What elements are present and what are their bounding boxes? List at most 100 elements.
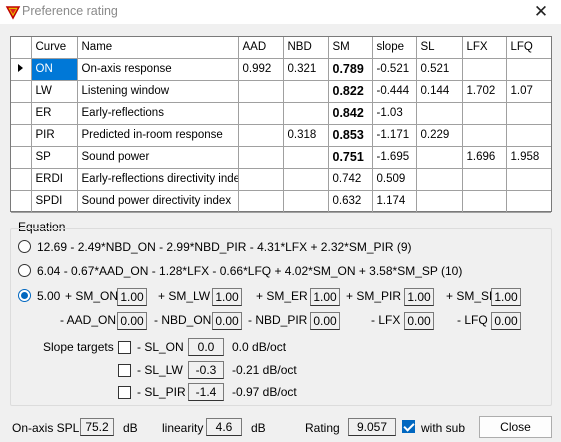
cell-aad[interactable] bbox=[237, 101, 284, 125]
cell-slope[interactable]: -1.03 bbox=[371, 101, 417, 125]
row-header[interactable] bbox=[11, 189, 32, 213]
cell-name[interactable]: On-axis response bbox=[76, 57, 239, 81]
cell-sl[interactable]: 0.229 bbox=[415, 123, 463, 147]
spl-input[interactable]: 75.2 bbox=[80, 418, 114, 436]
column-header-nbd[interactable]: NBD bbox=[282, 37, 329, 59]
cell-lfq[interactable] bbox=[505, 101, 551, 125]
column-header-curve[interactable]: Curve bbox=[30, 37, 78, 59]
cell-slope[interactable]: -0.444 bbox=[371, 79, 417, 103]
cell-sm[interactable]: 0.822 bbox=[327, 79, 373, 103]
cell-lfq[interactable] bbox=[505, 57, 551, 81]
cell-sm[interactable]: 0.751 bbox=[327, 145, 373, 169]
cell-name[interactable]: Predicted in-room response bbox=[76, 123, 239, 147]
sl-on-checkbox[interactable] bbox=[118, 341, 131, 354]
lfx-weight-input[interactable]: 0.00 bbox=[404, 312, 434, 330]
cell-aad[interactable] bbox=[237, 167, 284, 191]
cell-lfq[interactable] bbox=[505, 123, 551, 147]
cell-curve[interactable]: SPDI bbox=[30, 189, 78, 213]
cell-lfx[interactable] bbox=[461, 57, 507, 81]
column-header-lfx[interactable]: LFX bbox=[461, 37, 507, 59]
cell-aad[interactable] bbox=[237, 189, 284, 213]
table-row[interactable]: LW Listening window 0.822 -0.444 0.144 1.702 1… bbox=[11, 79, 551, 103]
nbd-on-weight-input[interactable]: 0.00 bbox=[212, 312, 242, 330]
cell-aad[interactable] bbox=[237, 79, 284, 103]
table-row[interactable]: ON On-axis response 0.992 0.321 0.789 -0.521 0… bbox=[11, 57, 551, 81]
row-header[interactable] bbox=[11, 145, 32, 169]
cell-slope[interactable]: 0.509 bbox=[371, 167, 417, 191]
equation-option-1-radio[interactable] bbox=[18, 240, 31, 253]
cell-slope[interactable]: 1.174 bbox=[371, 189, 417, 213]
cell-nbd[interactable] bbox=[282, 189, 329, 213]
cell-nbd[interactable]: 0.318 bbox=[282, 123, 329, 147]
cell-sm[interactable]: 0.842 bbox=[327, 101, 373, 125]
cell-curve[interactable]: ER bbox=[30, 101, 78, 125]
table-row[interactable]: SP Sound power 0.751 -1.695 1.696 1.958 bbox=[11, 145, 551, 169]
column-header-sm[interactable]: SM bbox=[327, 37, 373, 59]
cell-nbd[interactable] bbox=[282, 79, 329, 103]
cell-lfx[interactable] bbox=[461, 167, 507, 191]
column-header-lfq[interactable]: LFQ bbox=[505, 37, 551, 59]
custom-equation-radio[interactable] bbox=[18, 289, 31, 302]
cell-aad[interactable]: 0.992 bbox=[237, 57, 284, 81]
cell-name[interactable]: Sound power directivity index bbox=[76, 189, 239, 213]
row-header[interactable] bbox=[11, 57, 32, 81]
sl-lw-target-input[interactable]: -0.3 bbox=[188, 361, 224, 379]
cell-sl[interactable]: 0.521 bbox=[415, 57, 463, 81]
cell-sl[interactable] bbox=[415, 167, 463, 191]
cell-name[interactable]: Listening window bbox=[76, 79, 239, 103]
cell-nbd[interactable] bbox=[282, 145, 329, 169]
table-row[interactable]: ERDI Early-reflections directivity index 0… bbox=[11, 167, 551, 191]
cell-aad[interactable] bbox=[237, 123, 284, 147]
cell-curve[interactable]: ON bbox=[30, 57, 78, 81]
sm-er-weight-input[interactable]: 1.00 bbox=[310, 288, 340, 306]
cell-slope[interactable]: -0.521 bbox=[371, 57, 417, 81]
sm-sp-weight-input[interactable]: 1.00 bbox=[491, 288, 521, 306]
cell-lfq[interactable]: 1.07 bbox=[505, 79, 551, 103]
cell-sl[interactable] bbox=[415, 189, 463, 213]
row-header[interactable] bbox=[11, 79, 32, 103]
cell-sl[interactable] bbox=[415, 101, 463, 125]
row-header[interactable] bbox=[11, 101, 32, 125]
cell-nbd[interactable] bbox=[282, 101, 329, 125]
cell-slope[interactable]: -1.171 bbox=[371, 123, 417, 147]
lfq-weight-input[interactable]: 0.00 bbox=[491, 312, 521, 330]
aad-on-weight-input[interactable]: 0.00 bbox=[117, 312, 147, 330]
sm-pir-weight-input[interactable]: 1.00 bbox=[404, 288, 434, 306]
cell-lfq[interactable]: 1.958 bbox=[505, 145, 551, 169]
sm-on-weight-input[interactable]: 1.00 bbox=[117, 288, 147, 306]
cell-curve[interactable]: ERDI bbox=[30, 167, 78, 191]
sl-on-target-input[interactable]: 0.0 bbox=[188, 338, 224, 356]
nbd-pir-weight-input[interactable]: 0.00 bbox=[310, 312, 340, 330]
cell-name[interactable]: Sound power bbox=[76, 145, 239, 169]
table-row[interactable]: ER Early-reflections 0.842 -1.03 bbox=[11, 101, 551, 125]
table-row[interactable]: SPDI Sound power directivity index 0.632 1.… bbox=[11, 189, 551, 213]
cell-sl[interactable] bbox=[415, 145, 463, 169]
table-row[interactable]: PIR Predicted in-room response 0.318 0.853-… bbox=[11, 123, 551, 147]
cell-sm[interactable]: 0.853 bbox=[327, 123, 373, 147]
cell-sm[interactable]: 0.742 bbox=[327, 167, 373, 191]
column-header-name[interactable]: Name bbox=[76, 37, 239, 59]
column-header-slope[interactable]: slope bbox=[371, 37, 417, 59]
cell-lfx[interactable]: 1.702 bbox=[461, 79, 507, 103]
sm-lw-weight-input[interactable]: 1.00 bbox=[212, 288, 242, 306]
close-window-button[interactable]: ✕ bbox=[521, 0, 561, 24]
cell-lfq[interactable] bbox=[505, 167, 551, 191]
cell-slope[interactable]: -1.695 bbox=[371, 145, 417, 169]
cell-sl[interactable]: 0.144 bbox=[415, 79, 463, 103]
row-header[interactable] bbox=[11, 123, 32, 147]
cell-sm[interactable]: 0.789 bbox=[327, 57, 373, 81]
close-button[interactable]: Close bbox=[479, 416, 552, 438]
cell-lfx[interactable] bbox=[461, 123, 507, 147]
sl-pir-target-input[interactable]: -1.4 bbox=[188, 383, 224, 401]
cell-curve[interactable]: PIR bbox=[30, 123, 78, 147]
cell-name[interactable]: Early-reflections directivity index bbox=[76, 167, 239, 191]
column-header-aad[interactable]: AAD bbox=[237, 37, 284, 59]
cell-curve[interactable]: SP bbox=[30, 145, 78, 169]
linearity-input[interactable]: 4.6 bbox=[206, 418, 242, 436]
with-sub-checkbox[interactable] bbox=[402, 420, 415, 433]
cell-aad[interactable] bbox=[237, 145, 284, 169]
column-header-sl[interactable]: SL bbox=[415, 37, 463, 59]
cell-sm[interactable]: 0.632 bbox=[327, 189, 373, 213]
cell-lfx[interactable] bbox=[461, 189, 507, 213]
cell-lfq[interactable] bbox=[505, 189, 551, 213]
